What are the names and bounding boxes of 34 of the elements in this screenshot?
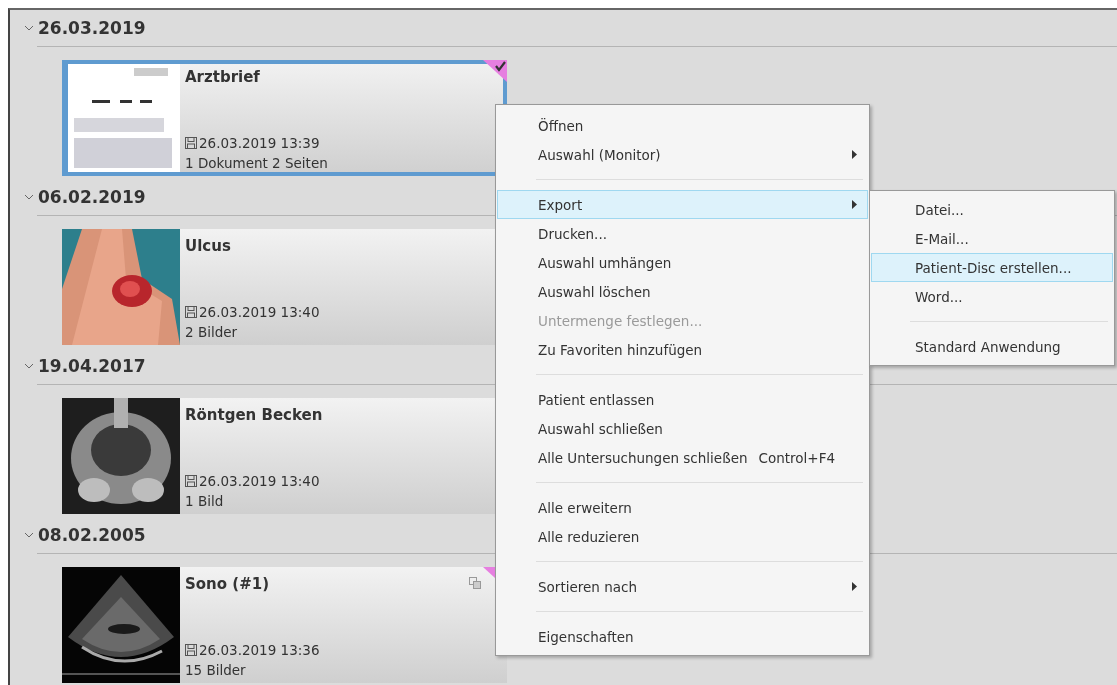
saved-date: 26.03.2019 13:36 xyxy=(199,642,320,658)
shortcut-label: Control+F4 xyxy=(758,449,835,466)
group-date: 06.02.2019 xyxy=(38,187,146,207)
chevron-down-icon[interactable] xyxy=(24,531,34,539)
item-count: 1 Bild xyxy=(185,493,225,509)
save-icon xyxy=(185,644,197,656)
study-card[interactable]: Arztbrief 26.03.2019 13:39 1 Dokument 2 Seiten xyxy=(62,60,507,176)
item-count: 15 Bilder xyxy=(185,662,247,678)
study-title: Arztbrief xyxy=(185,68,261,86)
study-card[interactable]: Sono (#1) 26.03.2019 13:36 15 Bilder xyxy=(62,567,507,683)
save-icon xyxy=(185,306,197,318)
chevron-down-icon[interactable] xyxy=(24,193,34,201)
chevron-down-icon[interactable] xyxy=(24,362,34,370)
menu-item[interactable]: Alle reduzieren xyxy=(497,522,868,551)
save-icon xyxy=(185,137,197,149)
saved-date: 26.03.2019 13:40 xyxy=(199,304,320,320)
group-date: 08.02.2005 xyxy=(38,525,146,545)
menu-item[interactable]: Datei... xyxy=(871,195,1113,224)
study-title: Ulcus xyxy=(185,237,232,255)
saved-date: 26.03.2019 13:39 xyxy=(199,135,320,151)
menu-item[interactable]: Export xyxy=(497,190,868,219)
group-date: 26.03.2019 xyxy=(38,18,146,38)
group-date: 19.04.2017 xyxy=(38,356,146,376)
menu-item[interactable]: Standard Anwendung xyxy=(871,332,1113,361)
study-title: Röntgen Becken xyxy=(185,406,323,424)
study-title: Sono (#1) xyxy=(185,575,271,593)
item-count: 2 Bilder xyxy=(185,324,239,340)
item-count: 1 Dokument 2 Seiten xyxy=(185,155,328,171)
menu-item[interactable]: E-Mail... xyxy=(871,224,1113,253)
menu-item[interactable]: Patient-Disc erstellen... xyxy=(871,253,1113,282)
saved-date: 26.03.2019 13:40 xyxy=(199,473,320,489)
save-icon xyxy=(185,475,197,487)
chevron-down-icon[interactable] xyxy=(24,24,34,32)
menu-item[interactable]: Word... xyxy=(871,282,1113,311)
